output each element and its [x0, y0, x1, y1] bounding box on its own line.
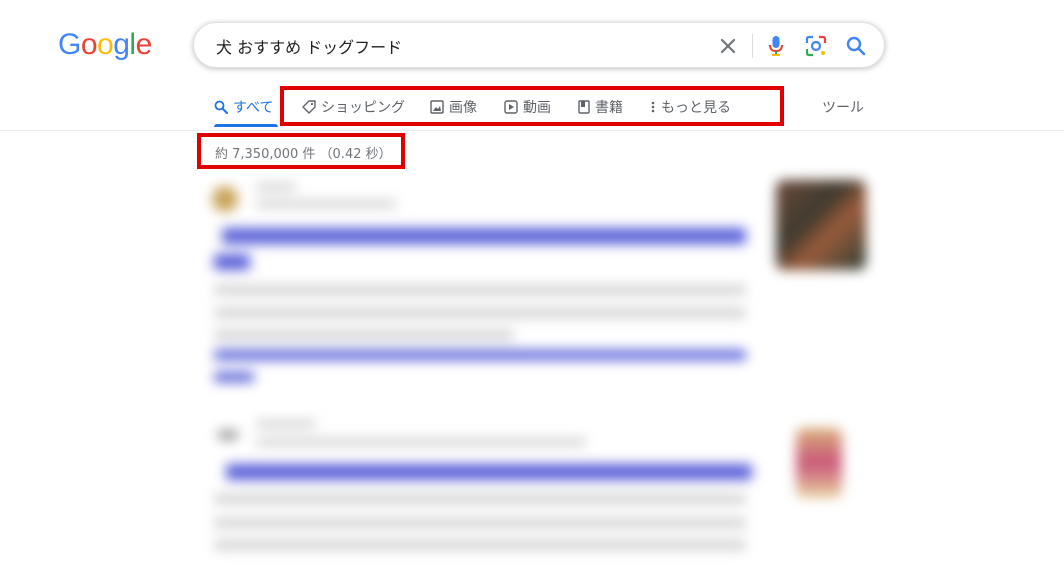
logo-letter-o2: o	[97, 28, 114, 61]
search-icon	[214, 100, 228, 114]
search-icon[interactable]	[844, 34, 868, 58]
result-thumbnail[interactable]	[776, 180, 866, 270]
search-box[interactable]	[193, 22, 885, 68]
result-title-wrap[interactable]	[214, 254, 250, 270]
result-thumbnail[interactable]	[796, 428, 842, 498]
result-title[interactable]	[226, 464, 752, 480]
logo-letter-g2: g	[113, 28, 130, 61]
result-favicon	[218, 430, 238, 440]
result-count: 約 7,350,000 件 （0.42 秒）	[215, 147, 392, 162]
highlight-box-tabs	[280, 86, 784, 126]
mic-icon[interactable]	[764, 34, 788, 58]
result-snippet	[214, 308, 746, 318]
tab-tools-label: ツール	[822, 100, 864, 116]
result-url	[256, 200, 396, 208]
tab-all[interactable]: すべて	[214, 97, 273, 117]
tab-tools[interactable]: ツール	[822, 97, 864, 117]
result-snippet	[214, 285, 746, 295]
result-sitelinks[interactable]	[214, 350, 746, 360]
result-title[interactable]	[222, 228, 746, 244]
search-divider	[752, 34, 753, 58]
logo-letter-e: e	[135, 28, 153, 61]
close-icon[interactable]	[716, 34, 740, 58]
logo-letter-g: G	[58, 28, 81, 61]
google-logo[interactable]: Google	[58, 28, 152, 62]
result-site-name	[256, 420, 316, 428]
result-snippet	[214, 330, 514, 340]
tab-all-label: すべて	[233, 100, 274, 116]
lens-icon[interactable]	[804, 34, 828, 58]
search-input[interactable]	[214, 32, 698, 60]
logo-letter-o1: o	[80, 28, 98, 61]
result-favicon	[212, 186, 238, 212]
result-snippet	[214, 494, 746, 504]
result-snippet	[214, 540, 746, 550]
result-site-name	[256, 183, 296, 191]
result-snippet	[214, 518, 746, 528]
active-tab-indicator	[214, 124, 278, 127]
result-url	[256, 438, 586, 446]
result-sitelinks[interactable]	[214, 372, 254, 382]
